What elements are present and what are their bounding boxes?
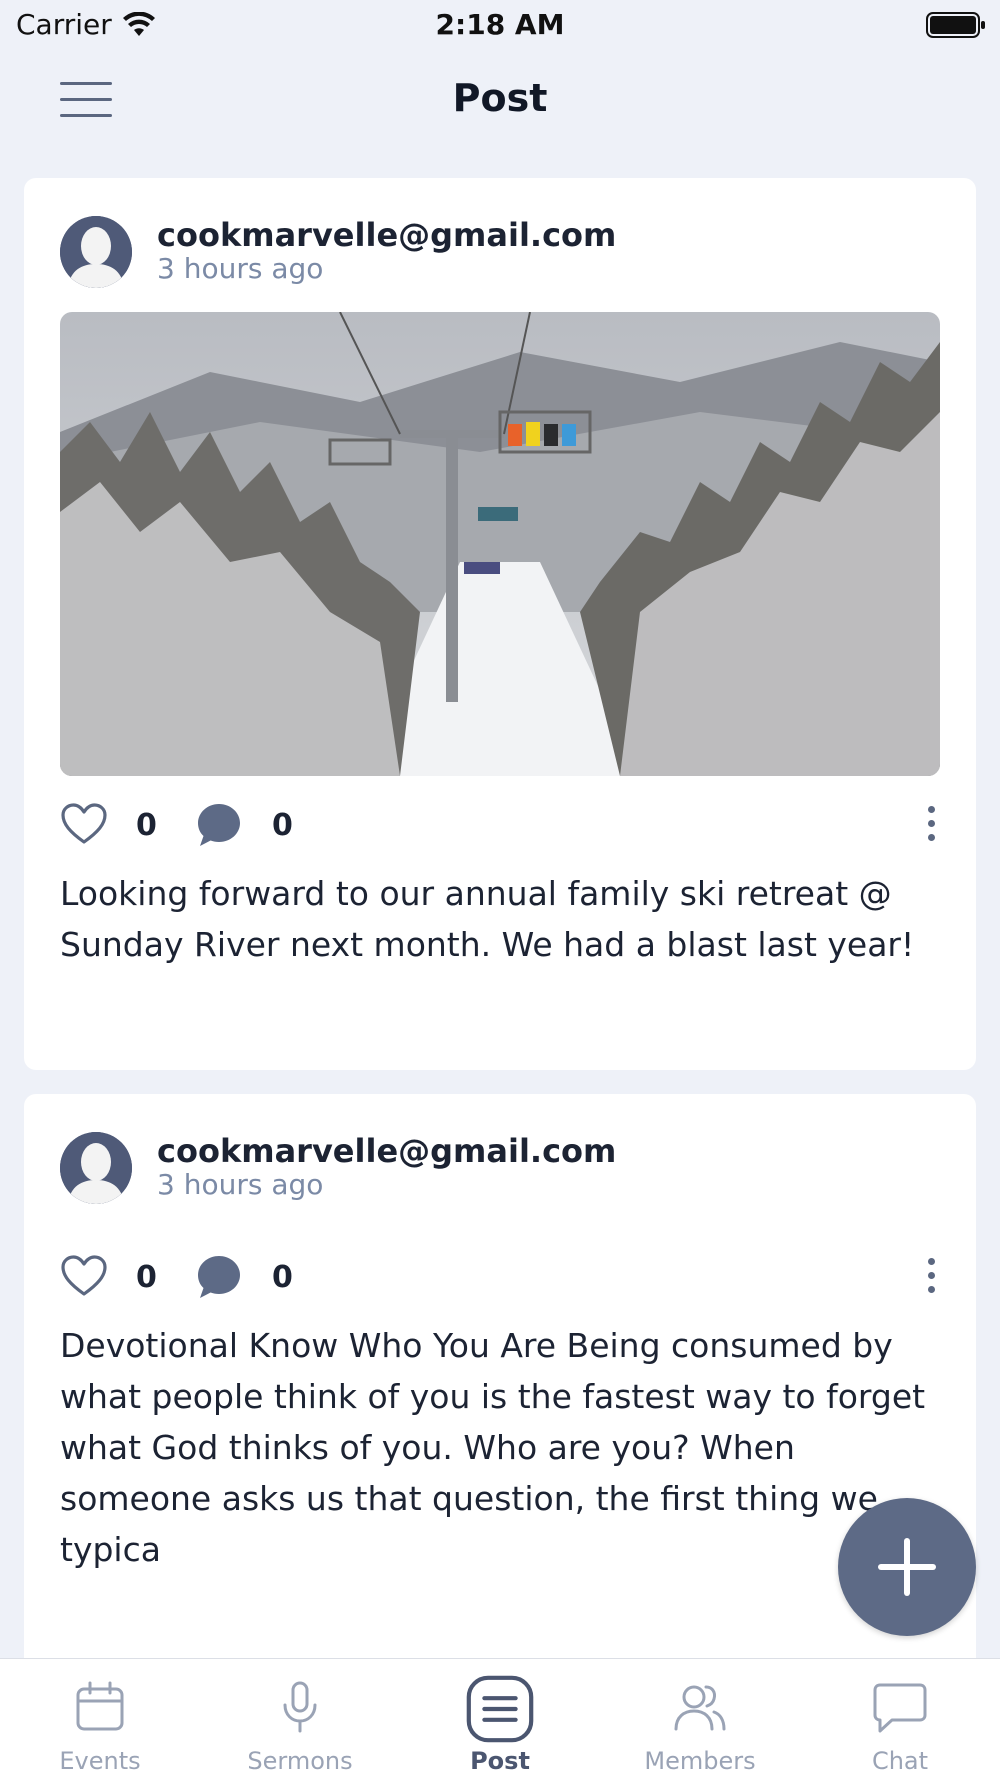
post-timestamp: 3 hours ago <box>157 252 324 285</box>
post-card: cookmarvelle@gmail.com 3 hours ago 0 0 L… <box>24 178 976 1070</box>
tab-sermons[interactable]: Sermons <box>200 1659 400 1778</box>
status-bar: Carrier 2:18 AM <box>0 0 1000 52</box>
user-silhouette-icon <box>60 216 132 288</box>
members-icon <box>674 1685 726 1731</box>
like-count: 0 <box>136 808 157 843</box>
comment-count: 0 <box>272 1260 293 1295</box>
comment-count: 0 <box>272 808 293 843</box>
tab-events[interactable]: Events <box>0 1659 200 1778</box>
add-post-button[interactable] <box>838 1498 976 1636</box>
avatar[interactable] <box>60 1132 132 1204</box>
post-actions: 0 0 <box>60 1254 940 1302</box>
post-body[interactable]: Devotional Know Who You Are Being consum… <box>60 1320 950 1575</box>
tab-label: Chat <box>871 1747 929 1775</box>
tab-members[interactable]: Members <box>600 1659 800 1778</box>
tab-label: Events <box>59 1747 141 1775</box>
comment-bubble-icon[interactable] <box>196 1254 242 1300</box>
dot <box>928 834 935 841</box>
dot <box>928 1258 935 1265</box>
tab-label: Sermons <box>247 1747 353 1775</box>
post-timestamp: 3 hours ago <box>157 1168 324 1201</box>
post-feed[interactable]: cookmarvelle@gmail.com 3 hours ago 0 0 L… <box>24 178 976 1658</box>
like-count: 0 <box>136 1260 157 1295</box>
dot <box>928 806 935 813</box>
dot <box>928 1272 935 1279</box>
comment-bubble-icon[interactable] <box>196 802 242 848</box>
tab-label: Post <box>470 1747 530 1775</box>
bottom-tab-bar: Events Sermons Post Members Chat <box>0 1658 1000 1778</box>
post-body[interactable]: Looking forward to our annual family ski… <box>60 868 950 970</box>
chat-bubble-icon <box>873 1683 927 1733</box>
heart-icon[interactable] <box>60 802 108 846</box>
ski-lift-photo <box>60 312 940 776</box>
post-actions: 0 0 <box>60 802 940 850</box>
user-silhouette-icon <box>60 1132 132 1204</box>
avatar[interactable] <box>60 216 132 288</box>
app-header: Post <box>0 52 1000 148</box>
more-options-icon[interactable] <box>924 802 940 846</box>
microphone-icon <box>283 1681 317 1733</box>
dot <box>928 820 935 827</box>
post-list-icon <box>466 1675 534 1743</box>
battery-icon <box>926 12 985 38</box>
page-title: Post <box>452 76 548 120</box>
tab-label: Members <box>644 1747 756 1775</box>
plus-icon <box>904 1538 910 1596</box>
post-author[interactable]: cookmarvelle@gmail.com <box>157 1132 616 1170</box>
tab-post[interactable]: Post <box>400 1659 600 1778</box>
calendar-icon <box>76 1681 124 1731</box>
post-card: cookmarvelle@gmail.com 3 hours ago 0 0 D… <box>24 1094 976 1658</box>
heart-icon[interactable] <box>60 1254 108 1298</box>
post-image[interactable] <box>60 312 940 776</box>
dot <box>928 1286 935 1293</box>
tab-chat[interactable]: Chat <box>800 1659 1000 1778</box>
more-options-icon[interactable] <box>924 1254 940 1298</box>
post-author[interactable]: cookmarvelle@gmail.com <box>157 216 616 254</box>
clock: 2:18 AM <box>435 8 565 41</box>
